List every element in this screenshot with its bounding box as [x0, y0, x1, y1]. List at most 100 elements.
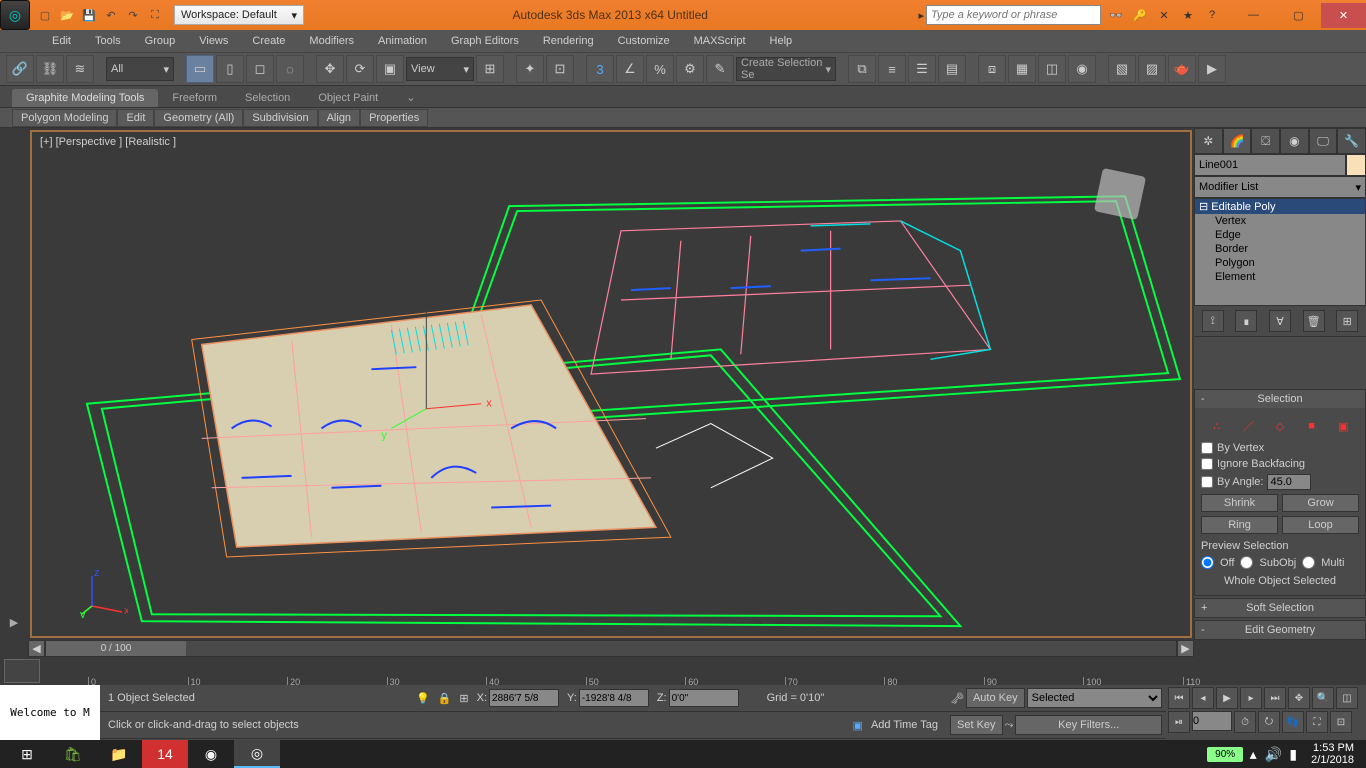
modifier-list-dropdown[interactable]: Modifier List▾ — [1194, 176, 1366, 198]
expand-flyout-icon[interactable]: ▶ — [6, 614, 22, 630]
render-frame-icon[interactable]: ▨ — [1138, 55, 1166, 83]
frame-ruler[interactable]: 0 10 20 30 40 50 60 70 80 90 100 110 — [88, 657, 1194, 685]
object-name-input[interactable] — [1194, 154, 1346, 176]
undo-icon[interactable]: ↶ — [102, 6, 120, 24]
edit-selset-icon[interactable]: ✎ — [706, 55, 734, 83]
menu-tools[interactable]: Tools — [83, 30, 133, 52]
ignore-backfacing-checkbox[interactable] — [1201, 458, 1213, 470]
coord-x-input[interactable] — [489, 689, 559, 707]
timeslider-left-arrow[interactable]: ◀ — [28, 640, 45, 657]
close-button[interactable]: ✕ — [1321, 3, 1366, 28]
maximize-button[interactable]: ▢ — [1276, 3, 1321, 28]
align-icon[interactable]: ≡ — [878, 55, 906, 83]
link-icon[interactable]: ⛶ — [146, 6, 164, 24]
tray-up-icon[interactable]: ▴ — [1243, 740, 1263, 768]
exchange-icon[interactable]: ✕ — [1155, 6, 1173, 24]
save-icon[interactable]: 💾 — [80, 6, 98, 24]
loop-button[interactable]: Loop — [1282, 516, 1359, 534]
menu-help[interactable]: Help — [758, 30, 805, 52]
maxscript-listener[interactable]: Welcome to M — [0, 685, 100, 740]
3dsmax-task-icon[interactable]: ◎ — [234, 740, 280, 768]
object-color-swatch[interactable] — [1346, 154, 1366, 176]
tab-graphite[interactable]: Graphite Modeling Tools — [12, 89, 158, 107]
chrome-icon[interactable]: ◉ — [188, 740, 234, 768]
star-icon[interactable]: ★ — [1179, 6, 1197, 24]
preview-subobj-radio[interactable] — [1240, 556, 1253, 569]
edge-icon[interactable]: ／ — [1238, 416, 1258, 436]
keyfilter-select[interactable]: Selected — [1027, 688, 1162, 708]
autokey-button[interactable]: Auto Key — [966, 688, 1025, 708]
ribbon-expand-icon[interactable]: ⌄ — [392, 88, 429, 107]
render-icon[interactable]: 🫖 — [1168, 55, 1196, 83]
soft-selection-rollout[interactable]: +Soft Selection — [1194, 598, 1366, 618]
element-icon[interactable]: ▣ — [1333, 416, 1353, 436]
curve-editor-icon[interactable]: ⧈ — [978, 55, 1006, 83]
help-icon[interactable]: ? — [1203, 6, 1221, 24]
redo-icon[interactable]: ↷ — [124, 6, 142, 24]
layers-icon[interactable]: ☰ — [908, 55, 936, 83]
schematic-icon[interactable]: ◫ — [1038, 55, 1066, 83]
minimize-button[interactable]: — — [1231, 3, 1276, 28]
time-slider-thumb[interactable]: 0 / 100 — [46, 641, 186, 656]
menu-views[interactable]: Views — [187, 30, 240, 52]
link-icon[interactable]: 🔗 — [6, 55, 34, 83]
dope-sheet-icon[interactable]: ▦ — [1008, 55, 1036, 83]
nav-zoomext-icon[interactable]: ⛶ — [1306, 711, 1328, 733]
shrink-button[interactable]: Shrink — [1201, 494, 1278, 512]
tab-motion-icon[interactable]: ◉ — [1280, 128, 1309, 154]
setkey-button[interactable]: Set Key — [950, 715, 1003, 735]
nav-walk-icon[interactable]: 👣 — [1282, 711, 1304, 733]
configure-icon[interactable]: ⊞ — [1336, 310, 1358, 332]
menu-create[interactable]: Create — [240, 30, 297, 52]
selection-filter-dropdown[interactable]: All▾ — [106, 57, 174, 81]
nav-orbit-icon[interactable]: ⭮ — [1258, 711, 1280, 733]
search-input[interactable] — [926, 5, 1101, 25]
system-clock[interactable]: 1:53 PM 2/1/2018 — [1303, 742, 1362, 766]
border-icon[interactable]: ◇ — [1270, 416, 1290, 436]
stack-edge[interactable]: Edge — [1195, 228, 1365, 242]
stack-polygon[interactable]: Polygon — [1195, 256, 1365, 270]
rollout-head-selection[interactable]: -Selection — [1195, 390, 1365, 408]
setkey-icon[interactable]: ⤳ — [1005, 719, 1014, 732]
add-time-tag[interactable]: Add Time Tag — [871, 719, 938, 731]
stack-element[interactable]: Element — [1195, 270, 1365, 284]
by-angle-checkbox[interactable] — [1201, 476, 1213, 488]
unlink-icon[interactable]: ⛓ — [36, 55, 64, 83]
tab-hierarchy-icon[interactable]: ⛋ — [1251, 128, 1280, 154]
tab-utilities-icon[interactable]: 🔧 — [1337, 128, 1366, 154]
app14-icon[interactable]: 14 — [142, 740, 188, 768]
lock-selection-icon[interactable]: 🔒 — [438, 692, 452, 705]
rotate-icon[interactable]: ⟳ — [346, 55, 374, 83]
nav-pan-icon[interactable]: ✥ — [1288, 687, 1310, 709]
select-icon[interactable]: ▭ — [186, 55, 214, 83]
key-icon[interactable]: 🔑 — [1131, 6, 1149, 24]
trackbar-thumb[interactable] — [4, 659, 40, 683]
app-logo-icon[interactable]: ◎ — [0, 0, 30, 30]
xform-type-icon[interactable]: ⊞ — [459, 692, 468, 705]
tab-freeform[interactable]: Freeform — [158, 89, 231, 107]
show-result-icon[interactable]: ∎ — [1235, 310, 1257, 332]
polygon-icon[interactable]: ■ — [1302, 416, 1322, 436]
modifier-stack[interactable]: ⊟ Editable Poly Vertex Edge Border Polyg… — [1194, 198, 1366, 306]
scale-icon[interactable]: ▣ — [376, 55, 404, 83]
manipulate-icon[interactable]: ✦ — [516, 55, 544, 83]
stack-vertex[interactable]: Vertex — [1195, 214, 1365, 228]
refcoord-dropdown[interactable]: View▾ — [406, 57, 474, 81]
select-rect-icon[interactable]: ◻ — [246, 55, 274, 83]
goto-end-icon[interactable]: ⏭ — [1264, 687, 1286, 709]
mirror-icon[interactable]: ⧉ — [848, 55, 876, 83]
open-icon[interactable]: 📂 — [58, 6, 76, 24]
ring-button[interactable]: Ring — [1201, 516, 1278, 534]
time-tag-icon[interactable]: ▣ — [853, 719, 863, 732]
stack-border[interactable]: Border — [1195, 242, 1365, 256]
prev-frame-icon[interactable]: ◂ — [1192, 687, 1214, 709]
material-icon[interactable]: ◉ — [1068, 55, 1096, 83]
panel-geometry[interactable]: Geometry (All) — [154, 109, 243, 127]
render-setup-icon[interactable]: ▧ — [1108, 55, 1136, 83]
next-frame-icon[interactable]: ▸ — [1240, 687, 1262, 709]
snap3-icon[interactable]: 3 — [586, 55, 614, 83]
tab-modify-icon[interactable]: 🌈 — [1223, 128, 1252, 154]
grow-button[interactable]: Grow — [1282, 494, 1359, 512]
menu-rendering[interactable]: Rendering — [531, 30, 606, 52]
store-icon[interactable]: 🛍 — [50, 740, 96, 768]
